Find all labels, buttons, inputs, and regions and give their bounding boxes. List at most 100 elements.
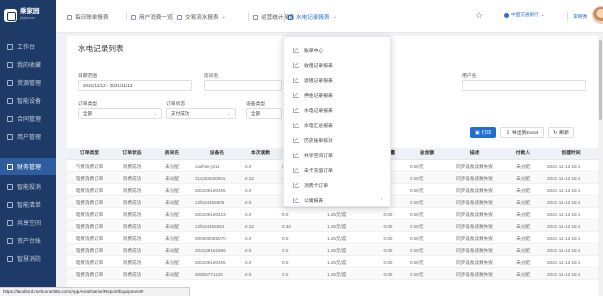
- table-cell: 0.00: [383, 260, 393, 265]
- table-cell: 0.00: [383, 272, 393, 277]
- sidebar-item-users[interactable]: 用户管理: [0, 128, 56, 145]
- table-cell: 同步设备读数失败: [456, 272, 493, 277]
- report-icon: [253, 14, 258, 20]
- box-icon: [7, 237, 13, 244]
- sidebar-item-workbench[interactable]: 工作台: [0, 38, 56, 55]
- chart-line-icon: [293, 77, 299, 83]
- chart-line-icon: [293, 182, 299, 188]
- table-cell: 电费消费订单: [75, 212, 104, 217]
- print-button[interactable]: ▣ 打印: [470, 127, 496, 138]
- table-cell: 0.00元: [410, 200, 424, 205]
- column-header[interactable]: 订单状态: [112, 148, 152, 160]
- menu-item-rent-refund[interactable]: 退租记录报表: [284, 74, 392, 86]
- chevron-down-icon: ⌄: [221, 14, 226, 20]
- sidebar-item-resources[interactable]: 资源管理: [0, 74, 56, 91]
- order-status-select[interactable]: 支付成功 ⌄: [166, 108, 236, 119]
- table-cell: 消费成功: [122, 248, 142, 253]
- tab-transaction-flow[interactable]: 交易流水报表 ⌄: [177, 11, 226, 23]
- sidebar-item-finance[interactable]: 财务管理: [0, 158, 56, 175]
- table-cell: 202109160465: [195, 188, 226, 193]
- order-type-select[interactable]: 全部 ⌄: [78, 108, 162, 119]
- column-header[interactable]: 订单类型: [67, 148, 112, 160]
- table-row[interactable]: 电费消费订单 消费成功 未分配 12f624455001 0.32 0.32 1.25元/度…: [67, 221, 598, 232]
- tab-daily-bill[interactable]: 每日账单报表: [67, 11, 109, 23]
- table-row[interactable]: 电费消费订单 消费成功 未分配 000000085070 0.0 0.0 1.25元/度 0.…: [67, 233, 598, 244]
- building-icon: [7, 79, 13, 86]
- tab-user-consumption[interactable]: 用户消费一览: [131, 11, 173, 23]
- device-type-select[interactable]: 全部: [246, 108, 282, 119]
- table-row[interactable]: 电费消费订单 消费成功 未分配 202109160423 0.0 0.0 1.25元/度 0.…: [67, 209, 598, 220]
- table-cell: 0.0: [282, 272, 289, 277]
- menu-item-apartment-reports[interactable]: 公寓报表 ›: [284, 194, 392, 206]
- user-name-input[interactable]: [462, 80, 586, 91]
- table-cell: 0.0: [282, 212, 289, 217]
- menu-item-utility-summary[interactable]: 水电汇总报表: [284, 119, 392, 131]
- sidebar-item-fire[interactable]: 智慧消防: [0, 250, 56, 267]
- table-cell: 0.0: [245, 212, 252, 217]
- favorite-star-icon[interactable]: ☆: [475, 10, 483, 21]
- table-cell: 1.25元/度: [327, 260, 347, 265]
- table-cell: 0.00元: [410, 188, 424, 193]
- sidebar-item-label: 工作台: [17, 45, 36, 51]
- export-excel-button[interactable]: ⇩ 导出到Excel: [500, 127, 544, 138]
- menu-item-bill-reconcile[interactable]: 历史账单核对: [284, 134, 392, 146]
- sidebar-item-favorites[interactable]: 我的收藏: [0, 56, 56, 73]
- avatar[interactable]: [592, 6, 603, 24]
- table-cell: 电费消费订单: [75, 236, 104, 241]
- divider: [172, 12, 173, 21]
- column-header[interactable]: 房间名: [152, 148, 192, 160]
- table-cell: 0.00元: [410, 236, 424, 241]
- sidebar-item-contracts[interactable]: 合同管理: [0, 110, 56, 127]
- table-cell: 同步设备读数失败: [456, 164, 493, 169]
- table-cell: 电费消费订单: [75, 248, 104, 253]
- menu-item-rent-collection[interactable]: 收租记录报表: [284, 59, 392, 71]
- menu-item-bill-center[interactable]: 账单中心: [284, 44, 392, 56]
- tab-utility-records[interactable]: 水电记录报表 ⌄: [288, 11, 337, 23]
- menu-item-deposit[interactable]: 押金记录报表: [284, 89, 392, 101]
- menu-item-utility-records[interactable]: 水电记录报表: [284, 104, 392, 116]
- sidebar-item-devices[interactable]: 智能设备: [0, 92, 56, 109]
- table-cell: 同步设备读数失败: [456, 200, 493, 205]
- column-header[interactable]: 付款人: [502, 148, 544, 160]
- table-cell: 0.0: [282, 236, 289, 241]
- table-cell: 同步设备读数失败: [456, 248, 493, 253]
- sidebar-item-assets[interactable]: 资产台账: [0, 232, 56, 249]
- logo[interactable]: 乘家园 jiejiayuan: [4, 6, 54, 24]
- table-cell: 2021-11-13 18:1: [547, 224, 581, 229]
- table-cell: 消费成功: [122, 200, 142, 205]
- report-icon: [67, 14, 72, 20]
- date-range-input[interactable]: 2021/11/12 - 2021/11/13: [78, 80, 192, 91]
- list-icon: [7, 201, 13, 208]
- desktop-icon: [7, 43, 13, 50]
- scrollbar-thumb[interactable]: [599, 40, 602, 120]
- refresh-button[interactable]: ↻ 刷新: [548, 127, 574, 138]
- user-name[interactable]: 李啊秀: [573, 13, 587, 20]
- date-range-value: 2021/11/12 - 2021/11/13: [83, 83, 133, 88]
- sidebar-item-delivery[interactable]: 智能投消: [0, 178, 56, 195]
- room-name-input[interactable]: [204, 80, 282, 91]
- table-row[interactable]: 电费消费订单 消费成功 未分配 00805771125 0.0 0.0 1.25元/度 0.0…: [67, 269, 598, 280]
- column-header[interactable]: 创建时间: [544, 148, 598, 160]
- table-cell: 未分配: [516, 200, 530, 205]
- table-cell: 消费成功: [122, 236, 142, 241]
- table-row[interactable]: 电费消费订单 消费成功 未分配 202109161696 0.0 0.0 1.25元/度 0.…: [67, 245, 598, 256]
- menu-item-shared-space-orders[interactable]: 共享空间订单: [284, 149, 392, 161]
- column-header[interactable]: 描述: [447, 148, 502, 160]
- menu-item-consumption-card[interactable]: 消费卡订单: [284, 179, 392, 191]
- sidebar-item-lists[interactable]: 智能清单: [0, 196, 56, 213]
- column-header[interactable]: 总金额: [407, 148, 447, 160]
- chart-line-icon: [293, 122, 299, 128]
- column-header[interactable]: 设备名: [192, 148, 242, 160]
- chart-line-icon: [293, 47, 299, 53]
- table-cell: 211003030001: [195, 176, 226, 181]
- table-cell: 0.00: [383, 248, 393, 253]
- divider: [567, 12, 568, 21]
- table-cell: 消费成功: [122, 176, 142, 181]
- sidebar-item-label: 智慧消防: [17, 257, 42, 263]
- chart-line-icon: [293, 62, 299, 68]
- menu-item-card-recharge[interactable]: 未卡充值订单: [284, 164, 392, 176]
- column-header[interactable]: 本次读数: [242, 148, 279, 160]
- table-row[interactable]: 电费消费订单 消费成功 未分配 202109160465 0.0 0.0 1.25元/度 0.…: [67, 257, 598, 268]
- tenant-switcher[interactable]: 中国交通银行 ⌄: [504, 12, 544, 18]
- sidebar-item-shared-space[interactable]: 共享空间: [0, 214, 56, 231]
